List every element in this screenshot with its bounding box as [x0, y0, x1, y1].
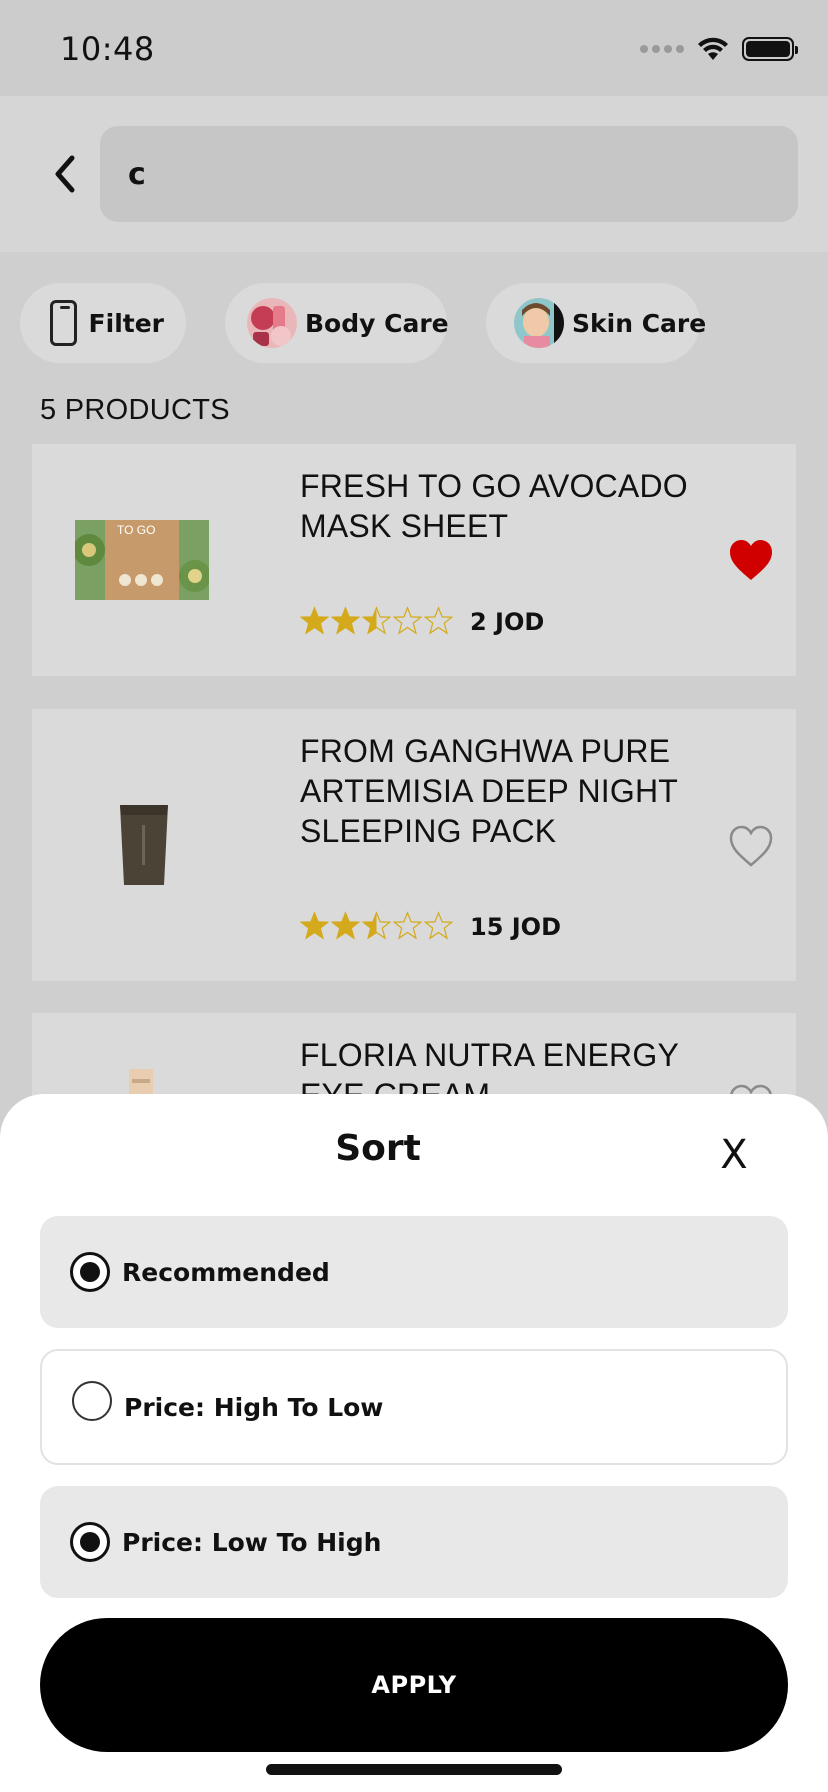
product-title: FRESH TO GO AVOCADO MASK SHEET: [300, 468, 688, 544]
filter-chip-label: Filter: [88, 308, 164, 338]
star-half-icon: [362, 606, 391, 635]
star-empty-icon: [393, 606, 422, 635]
apply-button-label: APPLY: [371, 1671, 457, 1699]
body-care-chip[interactable]: Body Care: [225, 283, 449, 363]
star-full-icon: [300, 606, 329, 635]
status-time: 10:48: [60, 30, 155, 68]
star-half-icon: [362, 911, 391, 940]
sort-option-recommended[interactable]: Recommended: [40, 1216, 788, 1328]
body-care-thumbnail: [247, 298, 297, 348]
heart-filled-icon[interactable]: [728, 538, 774, 582]
status-icons: [640, 36, 798, 62]
product-card[interactable]: FROM GANGHWA PURE ARTEMISIA DEEP NIGHT S…: [32, 709, 796, 981]
star-rating: [300, 911, 453, 940]
status-bar: 10:48: [0, 0, 828, 96]
sort-sheet: Sort X Recommended Price: High To Low Pr…: [0, 1094, 828, 1792]
search-input-value: c: [128, 156, 146, 192]
sort-option-label: Recommended: [122, 1257, 330, 1287]
sort-option-price-high-to-low[interactable]: Price: High To Low: [40, 1349, 788, 1465]
sort-option-price-low-to-high[interactable]: Price: Low To High: [40, 1486, 788, 1598]
radio-selected-icon[interactable]: [70, 1522, 110, 1562]
close-button[interactable]: X: [714, 1132, 754, 1178]
apply-button[interactable]: APPLY: [40, 1618, 788, 1752]
product-price: 2 JOD: [470, 608, 545, 636]
chevron-left-icon: [55, 155, 75, 193]
body-care-chip-label: Body Care: [305, 308, 449, 338]
radio-unselected-icon[interactable]: [72, 1381, 112, 1421]
sort-option-label: Price: Low To High: [122, 1527, 382, 1557]
search-header: c: [0, 96, 828, 252]
skin-care-chip[interactable]: Skin Care: [486, 283, 706, 363]
wifi-icon: [698, 37, 728, 60]
home-indicator: [266, 1764, 562, 1775]
search-input[interactable]: c: [100, 126, 798, 222]
product-count: 5 PRODUCTS: [40, 394, 230, 426]
filter-chip[interactable]: Filter: [20, 283, 186, 363]
product-title: FROM GANGHWA PURE ARTEMISIA DEEP NIGHT S…: [300, 733, 678, 849]
skin-care-thumbnail: [514, 298, 564, 348]
product-image: [118, 805, 170, 885]
star-rating: [300, 606, 453, 635]
sort-option-label: Price: High To Low: [124, 1392, 384, 1422]
sheet-title: Sort: [335, 1128, 421, 1169]
star-empty-icon: [424, 606, 453, 635]
product-image-text: TO GO: [117, 523, 155, 537]
product-image: TO GO: [73, 520, 211, 600]
signal-dots-icon: [640, 45, 684, 53]
battery-icon: [742, 37, 798, 61]
star-empty-icon: [424, 911, 453, 940]
star-full-icon: [331, 911, 360, 940]
heart-outline-icon[interactable]: [728, 824, 774, 868]
back-button[interactable]: [40, 146, 90, 202]
phone-icon: [50, 300, 77, 346]
star-full-icon: [300, 911, 329, 940]
radio-selected-icon[interactable]: [70, 1252, 110, 1292]
product-card[interactable]: TO GO FRESH TO GO AVOCADO MASK SHEET 2 J…: [32, 444, 796, 676]
star-full-icon: [331, 606, 360, 635]
skin-care-chip-label: Skin Care: [572, 308, 707, 338]
product-price: 15 JOD: [470, 913, 562, 941]
star-empty-icon: [393, 911, 422, 940]
